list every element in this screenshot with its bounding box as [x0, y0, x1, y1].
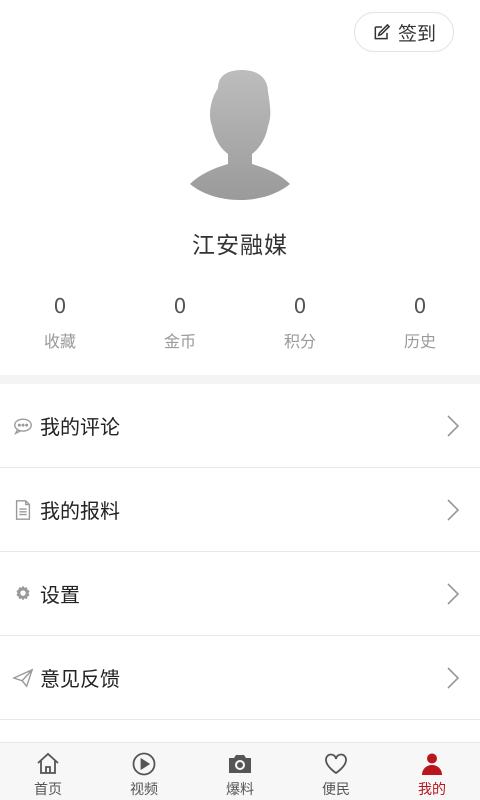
menu-item-label: 意见反馈	[40, 667, 120, 691]
menu-item-my-comments[interactable]: 我的评论	[0, 384, 480, 468]
document-icon	[12, 499, 34, 521]
menu-item-label: 我的报料	[40, 499, 120, 523]
tab-label: 爆料	[226, 782, 254, 798]
play-icon	[132, 752, 156, 776]
user-icon	[422, 753, 442, 775]
signin-button[interactable]: 签到	[354, 12, 454, 52]
menu-item-label: 设置	[40, 583, 80, 607]
stat-label: 积分	[283, 332, 316, 351]
menu-item-settings[interactable]: 设置	[0, 552, 480, 636]
menu-item-my-reports[interactable]: 我的报料	[0, 468, 480, 552]
tab-label: 便民	[322, 782, 350, 798]
stat-label: 历史	[403, 332, 436, 351]
stats-row: 0 收藏 0 金币 0 积分 0 历史	[0, 292, 480, 352]
bottom-tab-bar: 首页 视频 爆料 便民 我的	[0, 742, 480, 800]
section-divider	[0, 375, 480, 384]
tab-report[interactable]: 爆料	[192, 743, 288, 800]
chevron-right-icon	[447, 415, 460, 437]
tab-label: 我的	[418, 782, 446, 798]
avatar[interactable]	[188, 68, 292, 200]
menu-list: 我的评论 我的报料 设置 意见反馈	[0, 384, 480, 720]
stat-label: 金币	[163, 332, 196, 351]
tab-mine[interactable]: 我的	[384, 743, 480, 800]
username: 江安融媒	[192, 233, 288, 259]
stat-label: 收藏	[43, 332, 76, 351]
send-icon	[12, 667, 34, 689]
stat-value: 0	[173, 294, 187, 318]
stat-coins[interactable]: 0 金币	[120, 292, 240, 352]
home-icon	[37, 752, 59, 774]
menu-item-feedback[interactable]: 意见反馈	[0, 636, 480, 720]
stat-points[interactable]: 0 积分	[240, 292, 360, 352]
stat-value: 0	[53, 294, 67, 318]
signin-label: 签到	[397, 22, 436, 45]
chevron-right-icon	[447, 499, 460, 521]
tab-services[interactable]: 便民	[288, 743, 384, 800]
comment-icon	[12, 415, 34, 437]
heart-icon	[325, 753, 347, 775]
stat-favorites[interactable]: 0 收藏	[0, 292, 120, 352]
tab-label: 首页	[34, 782, 62, 798]
camera-icon	[229, 755, 251, 773]
menu-item-label: 我的评论	[40, 415, 120, 439]
chevron-right-icon	[447, 583, 460, 605]
stat-value: 0	[413, 294, 427, 318]
edit-icon	[374, 23, 391, 40]
stat-value: 0	[293, 294, 307, 318]
tab-label: 视频	[130, 782, 158, 798]
tab-video[interactable]: 视频	[96, 743, 192, 800]
tab-home[interactable]: 首页	[0, 743, 96, 800]
gear-icon	[12, 583, 34, 605]
stat-history[interactable]: 0 历史	[360, 292, 480, 352]
chevron-right-icon	[447, 667, 460, 689]
